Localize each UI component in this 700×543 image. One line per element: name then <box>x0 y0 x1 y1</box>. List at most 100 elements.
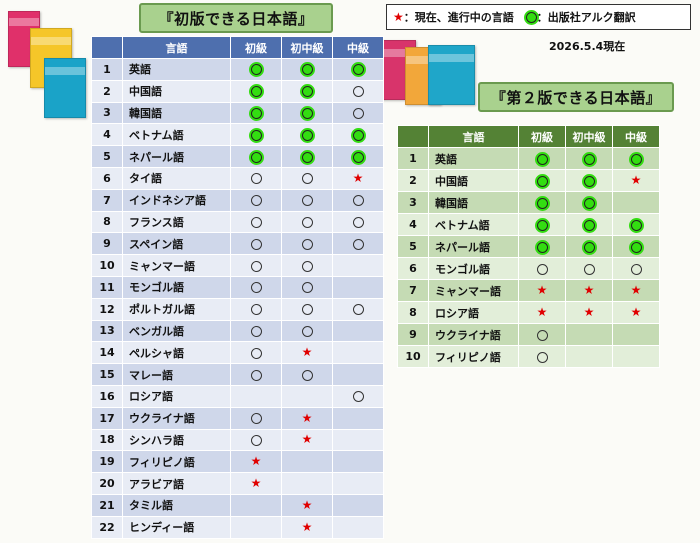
row-number: 7 <box>397 279 429 302</box>
row-number: 12 <box>91 297 123 321</box>
cell-pre-intermediate <box>281 254 333 277</box>
row-number: 8 <box>91 210 123 234</box>
alc-translation-circle-icon <box>583 219 595 231</box>
table-row: 10 ミャンマー語 <box>91 254 384 277</box>
language-name: モンゴル語 <box>428 257 519 280</box>
cell-pre-intermediate <box>281 123 333 147</box>
circle-icon <box>536 329 548 341</box>
book-cover-6 <box>428 45 475 105</box>
circle-icon <box>250 195 262 207</box>
cell-pre-intermediate <box>565 345 613 368</box>
circle-icon <box>301 369 313 381</box>
alc-translation-circle-icon <box>250 129 262 141</box>
cell-pre-intermediate: ★ <box>281 493 333 517</box>
cell-intermediate <box>332 188 384 212</box>
alc-translation-circle-icon <box>536 241 548 253</box>
alc-translation-circle-icon <box>536 219 548 231</box>
cell-beginner <box>230 101 282 125</box>
cell-intermediate: ★ <box>332 166 384 190</box>
cell-intermediate <box>332 232 384 256</box>
cell-beginner <box>518 147 566 170</box>
language-name: フランス語 <box>122 210 231 234</box>
row-number: 10 <box>397 345 429 368</box>
cell-beginner <box>230 275 282 299</box>
language-name: ベトナム語 <box>122 123 231 147</box>
cell-beginner <box>230 341 282 365</box>
cell-beginner: ★ <box>230 472 282 495</box>
alc-translation-circle-icon <box>250 86 262 98</box>
table-row: 5 ネパール語 <box>397 235 660 258</box>
language-name: シンハラ語 <box>122 428 231 452</box>
cell-pre-intermediate: ★ <box>281 428 333 452</box>
alc-translation-circle-icon <box>352 64 364 76</box>
cell-pre-intermediate <box>281 232 333 256</box>
header-num <box>397 125 429 148</box>
cell-pre-intermediate <box>565 235 613 258</box>
star-icon: ★ <box>536 283 548 297</box>
cell-beginner <box>230 515 282 539</box>
cell-beginner <box>518 323 566 346</box>
row-number: 1 <box>91 58 123 81</box>
row-number: 18 <box>91 428 123 452</box>
alc-translation-circle-icon <box>352 129 364 141</box>
row-number: 9 <box>397 323 429 346</box>
language-name: ロシア語 <box>122 384 231 408</box>
circle-icon <box>250 434 262 446</box>
cell-intermediate <box>332 472 384 495</box>
table-row: 1 英語 <box>91 58 384 81</box>
header-language: 言語 <box>122 36 231 59</box>
table-row: 19 フィリピノ語 ★ <box>91 450 384 474</box>
cell-intermediate <box>332 493 384 517</box>
table-row: 12 ポルトガル語 <box>91 297 384 321</box>
cell-beginner <box>230 188 282 212</box>
cell-beginner <box>230 493 282 517</box>
cell-pre-intermediate <box>281 58 333 81</box>
table-row: 14 ペルシャ語 ★ <box>91 341 384 365</box>
circle-icon <box>536 351 548 363</box>
language-name: 英語 <box>122 58 231 81</box>
table-row: 5 ネパール語 <box>91 145 384 168</box>
language-name: 中国語 <box>428 169 519 192</box>
language-name: ウクライナ語 <box>122 406 231 430</box>
second-edition-table: 言語 初級 初中級 中級 1 英語 2 中国語 ★ 3 韓国語 4 ベトナム語 5 ネパール語 6 モン… <box>397 125 660 368</box>
table-header-row: 言語 初級 初中級 中級 <box>397 125 660 148</box>
circle-icon <box>250 304 262 316</box>
table-row: 11 モンゴル語 <box>91 275 384 299</box>
cell-pre-intermediate <box>281 145 333 168</box>
star-icon: ★ <box>393 10 404 24</box>
alc-translation-circle-icon <box>583 175 595 187</box>
row-number: 11 <box>91 275 123 299</box>
circle-icon <box>301 173 313 185</box>
circle-icon <box>352 391 364 403</box>
cell-intermediate <box>332 515 384 539</box>
row-number: 8 <box>397 301 429 324</box>
header-language: 言語 <box>428 125 519 148</box>
star-icon: ★ <box>630 173 642 187</box>
cell-pre-intermediate <box>281 79 333 103</box>
cell-intermediate: ★ <box>612 301 660 324</box>
alc-translation-circle-icon <box>583 241 595 253</box>
cell-beginner <box>230 428 282 452</box>
cell-intermediate <box>332 145 384 168</box>
language-name: フィリピノ語 <box>428 345 519 368</box>
first-edition-title: 『初版できる日本語』 <box>139 3 333 33</box>
cell-intermediate <box>332 210 384 234</box>
circle-icon <box>630 263 642 275</box>
language-name: ヒンディー語 <box>122 515 231 539</box>
cell-pre-intermediate <box>281 101 333 125</box>
alc-translation-circle-icon <box>250 151 262 163</box>
cell-intermediate <box>332 428 384 452</box>
cell-beginner <box>518 191 566 214</box>
language-name: ベトナム語 <box>428 213 519 236</box>
table-row: 21 タミル語 ★ <box>91 493 384 517</box>
row-number: 4 <box>397 213 429 236</box>
table-row: 20 アラビア語 ★ <box>91 472 384 495</box>
row-number: 6 <box>397 257 429 280</box>
star-icon: ★ <box>583 283 595 297</box>
cell-pre-intermediate <box>565 147 613 170</box>
circle-icon <box>250 347 262 359</box>
circle-icon <box>250 260 262 272</box>
alc-translation-circle-icon <box>536 197 548 209</box>
cell-intermediate: ★ <box>612 279 660 302</box>
cell-intermediate <box>332 254 384 277</box>
